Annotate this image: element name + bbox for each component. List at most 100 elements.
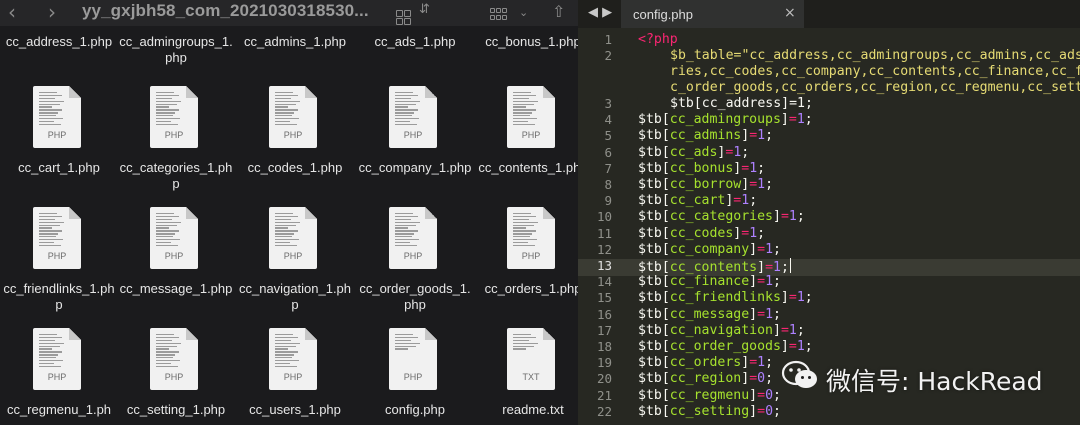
forward-button[interactable]: › <box>48 0 56 24</box>
bracket: ] <box>780 339 789 354</box>
line-number-gutter: 1 2 3 4 5 6 7 8 9 10 11 12 13 14 15 16 17 18 19 20 21 22 <box>578 32 616 425</box>
document-icon: PHP <box>150 328 198 390</box>
assign-operator: = <box>757 306 766 322</box>
code-line: $tb[cc_codes]=1; <box>638 226 765 241</box>
code-line: $tb[cc_admins]=1; <box>638 128 773 143</box>
line-number: 3 <box>604 96 612 111</box>
code-line: $tb[cc_setting]=0; <box>638 404 781 419</box>
file-name: cc_friendlinks_1.php <box>3 281 115 312</box>
file-extension-badge: PHP <box>47 251 67 261</box>
array-key: cc_orders <box>669 355 742 371</box>
array-key: cc_message <box>669 306 750 322</box>
array-value: 1 <box>749 225 758 241</box>
view-options-chevron-icon[interactable]: ⇵ <box>419 0 430 22</box>
array-var: $tb[ <box>638 260 670 275</box>
assign-operator: = <box>749 355 758 371</box>
file-name: cc_cart_1.php <box>18 160 100 175</box>
document-icon: PHP <box>269 207 317 269</box>
code-line-wrapped: c_order_goods,cc_orders,cc_region,cc_reg… <box>670 80 1080 95</box>
file-name: cc_navigation_1.php <box>238 281 352 312</box>
text-cursor <box>789 258 792 273</box>
code-line: $tb[cc_message]=1; <box>638 307 781 322</box>
code-line: $tb[cc_company]=1; <box>638 242 781 257</box>
assign-operator: = <box>741 225 750 241</box>
code-line: $tb[cc_finance]=1; <box>638 274 781 289</box>
assign-operator: = <box>780 322 789 338</box>
share-icon[interactable]: ⇧ <box>552 0 565 24</box>
file-name: readme.txt <box>502 402 564 417</box>
array-key: cc_borrow <box>669 177 742 192</box>
bracket: ] <box>749 274 758 290</box>
array-var: $tb[ <box>638 306 670 322</box>
file-extension-badge: PHP <box>47 130 67 140</box>
bracket: ] <box>741 128 750 144</box>
array-var: $tb[ <box>638 193 670 209</box>
line-number: 1 <box>604 32 612 47</box>
array-var: $tb[ <box>638 144 670 160</box>
code-line: $tb[cc_borrow]=1; <box>638 177 773 192</box>
array-value: 1 <box>765 274 774 290</box>
array-var: $tb[ <box>638 290 670 306</box>
file-name: cc_admingroups_1.php <box>119 34 233 65</box>
bracket: ] <box>741 371 750 387</box>
line-number: 6 <box>604 144 612 160</box>
bracket: ] <box>780 290 789 306</box>
assign-operator: = <box>757 387 766 403</box>
document-icon: PHP <box>269 328 317 390</box>
array-value: 1 <box>788 322 797 338</box>
tab-close-icon[interactable]: × <box>784 5 796 21</box>
tab-config-php[interactable]: config.php × <box>621 0 804 28</box>
assign-operator: = <box>749 177 758 192</box>
line-number: 5 <box>604 128 612 144</box>
array-key: cc_navigation <box>669 322 773 338</box>
array-var: $tb[ <box>638 355 670 371</box>
file-extension-badge: PHP <box>164 130 184 140</box>
array-value: 1 <box>773 260 781 275</box>
line-number: 22 <box>596 403 612 419</box>
document-icon: PHP <box>33 328 81 390</box>
tab-nav-arrows-icon[interactable]: ◀ ▶ <box>588 5 612 20</box>
tb-address-line: $tb[cc_address]=1; <box>670 96 813 111</box>
document-icon: PHP <box>389 207 437 269</box>
array-value: 1 <box>765 306 774 322</box>
line-number: 14 <box>596 274 612 290</box>
file-name: cc_order_goods_1.php <box>359 281 471 312</box>
line-number: 16 <box>596 306 612 322</box>
array-key: cc_company <box>669 241 750 257</box>
line-number: 11 <box>596 225 612 241</box>
document-icon: PHP <box>33 207 81 269</box>
file-name: cc_address_1.php <box>5 34 113 49</box>
line-number: 13 <box>596 258 612 273</box>
finder-toolbar: ‹ › yy_gxjbh58_com_2021030318530... ⇵ ⌄ … <box>0 0 578 26</box>
line-number: 2 <box>604 48 612 63</box>
array-key: cc_order_goods <box>669 339 781 354</box>
array-var: $tb[ <box>638 128 670 144</box>
wechat-icon <box>781 360 817 388</box>
array-var: $tb[ <box>638 403 670 419</box>
assign-operator: = <box>788 112 797 128</box>
semicolon: ; <box>765 355 774 371</box>
array-key: cc_cart <box>669 193 726 209</box>
array-var: $tb[ <box>638 339 670 354</box>
php-open-tag: <?php <box>638 32 678 47</box>
document-icon: TXT <box>507 328 555 390</box>
file-name: cc_message_1.php <box>119 281 233 296</box>
array-value: 1 <box>796 112 805 128</box>
file-extension-badge: PHP <box>283 251 303 261</box>
line-number: 20 <box>596 371 612 387</box>
assign-operator: = <box>788 339 797 354</box>
chevron-down-icon[interactable]: ⌄ <box>519 1 528 25</box>
code-line: $b_table="cc_address,cc_admingroups,cc_a… <box>670 48 1080 63</box>
code-line: $tb[cc_categories]=1; <box>638 209 805 224</box>
semicolon: ; <box>765 177 774 192</box>
assign-operator: = <box>757 274 766 290</box>
assign-operator: = <box>749 128 758 144</box>
array-key: cc_friendlinks <box>669 290 781 306</box>
array-var: $tb[ <box>638 112 670 128</box>
b-table-wrap-2: c_order_goods,cc_orders,cc_region,cc_reg… <box>670 80 1080 95</box>
array-key: cc_finance <box>669 274 750 290</box>
file-name: cc_contents_1.php <box>478 160 578 175</box>
line-number: 7 <box>604 160 612 176</box>
array-value: 1 <box>757 128 766 144</box>
back-button[interactable]: ‹ <box>8 0 16 24</box>
